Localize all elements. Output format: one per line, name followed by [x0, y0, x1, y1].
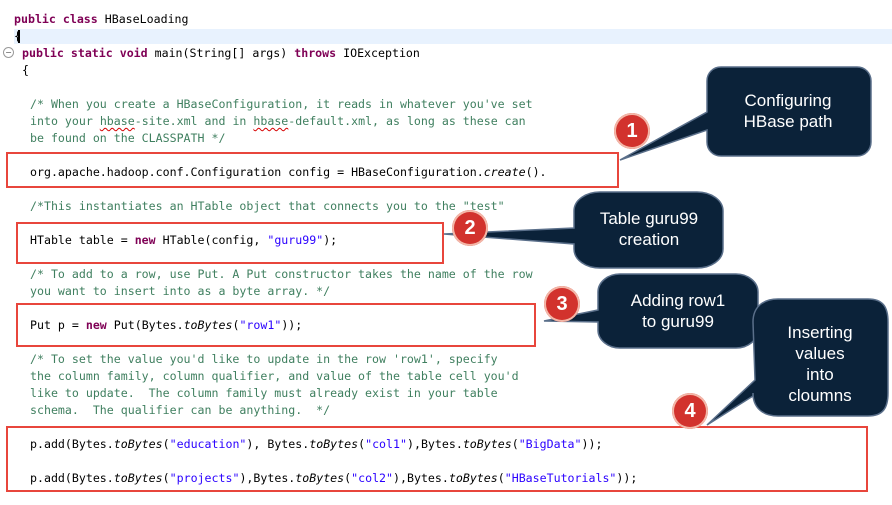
callout-text-3: Adding row1 to guru99: [630, 291, 726, 331]
step-badge-4: 4: [672, 393, 708, 429]
callout-text-1: Configuring HBase path: [743, 91, 833, 131]
step-badge-2: 2: [452, 210, 488, 246]
callout-shapes: [443, 66, 889, 426]
step-badge-3: 3: [544, 286, 580, 322]
step-badge-1: 1: [614, 113, 650, 149]
callout-text-2: Table guru99 creation: [599, 209, 699, 249]
callout-text-4: Inserting values into cloumns: [787, 323, 853, 405]
